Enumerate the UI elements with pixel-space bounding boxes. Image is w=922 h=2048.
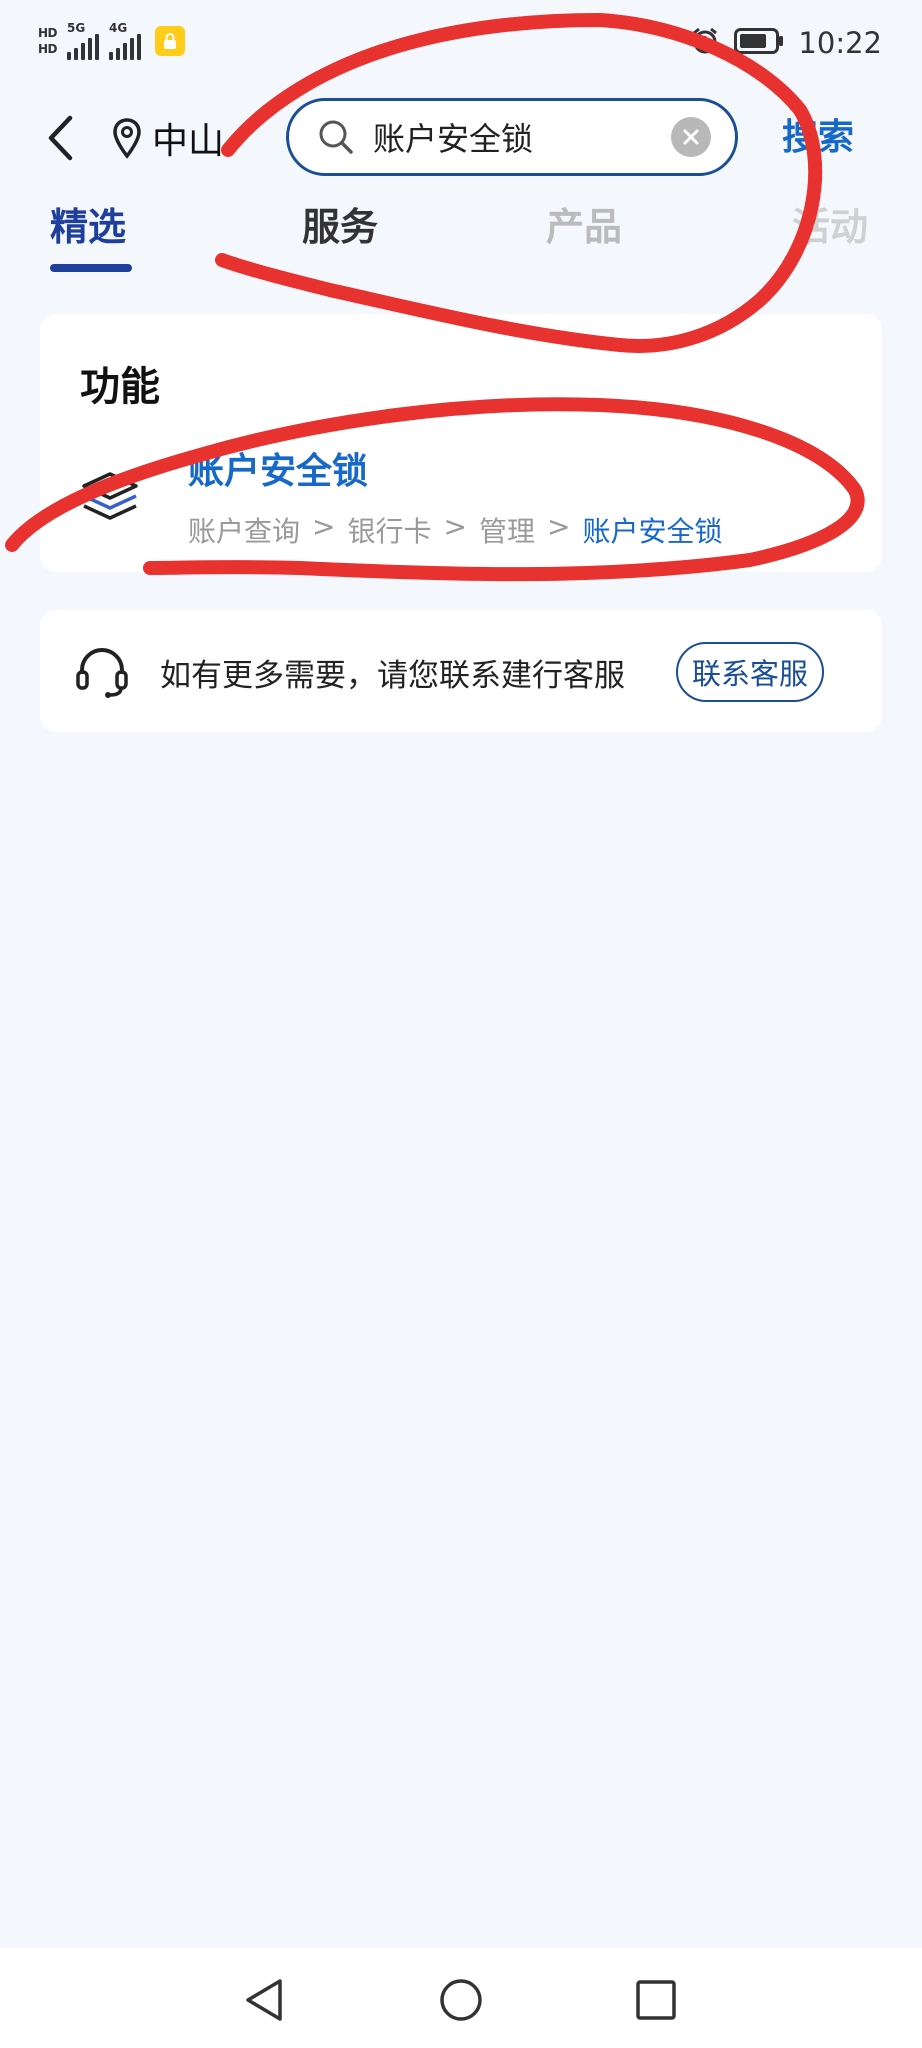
- tab-services[interactable]: 服务: [302, 196, 378, 251]
- battery-icon: [734, 28, 784, 58]
- tab-featured[interactable]: 精选: [50, 196, 126, 251]
- active-tab-indicator: [50, 264, 132, 272]
- search-value: 账户安全锁: [373, 120, 534, 158]
- breadcrumb-separator: >: [312, 510, 336, 543]
- circle-home-icon: [440, 1979, 482, 2021]
- signal-5g: 5G: [67, 21, 100, 60]
- nav-home-button[interactable]: [433, 1972, 489, 2028]
- breadcrumb: 账户查询 > 银行卡 > 管理 > 账户安全锁: [188, 510, 722, 550]
- help-text: 如有更多需要，请您联系建行客服: [160, 658, 625, 694]
- triangle-back-icon: [246, 1979, 282, 2021]
- tab-products[interactable]: 产品: [546, 196, 622, 251]
- search-input[interactable]: 账户安全锁: [286, 98, 738, 176]
- alarm-icon: [690, 26, 720, 60]
- location-label: 中山: [152, 121, 225, 162]
- network-5g-label: 5G: [67, 21, 86, 35]
- result-title[interactable]: 账户安全锁: [188, 442, 368, 494]
- hd-tag-1: HD: [38, 25, 58, 40]
- breadcrumb-separator: >: [546, 510, 571, 543]
- nav-recents-button[interactable]: [628, 1972, 684, 2028]
- status-bar: HD HD 5G 4G 10:22: [0, 0, 922, 86]
- category-tabs: 精选 服务 产品 活动: [0, 196, 922, 276]
- breadcrumb-separator: >: [443, 510, 467, 543]
- search-button[interactable]: 搜索: [782, 108, 854, 160]
- back-arrow-icon: [48, 115, 73, 161]
- breadcrumb-item: 银行卡: [347, 515, 432, 548]
- network-4g-label: 4G: [109, 21, 128, 35]
- layers-icon: [78, 464, 142, 528]
- signal-4g: 4G: [109, 21, 142, 60]
- breadcrumb-item: 管理: [478, 515, 535, 548]
- hd-tag-2: HD: [38, 41, 58, 56]
- red-annotation-overlay: [5, 13, 865, 582]
- customer-service-card: 如有更多需要，请您联系建行客服 联系客服: [40, 610, 882, 732]
- signal-bars-icon: [109, 34, 142, 60]
- square-recents-icon: [636, 1980, 676, 2020]
- clock: 10:22: [798, 26, 882, 60]
- nav-back-button[interactable]: [236, 1972, 292, 2028]
- search-icon: [319, 120, 353, 154]
- section-title: 功能: [80, 364, 160, 410]
- status-left: HD HD 5G 4G: [38, 21, 186, 60]
- headset-icon: [74, 646, 130, 698]
- hd-indicators: HD HD: [38, 25, 58, 56]
- status-right: 10:22: [690, 26, 882, 60]
- tab-activities[interactable]: 活动: [792, 196, 868, 251]
- lock-icon: [155, 26, 186, 56]
- breadcrumb-item-current: 账户安全锁: [582, 515, 723, 548]
- system-nav-bar: [0, 1948, 922, 2048]
- clear-icon[interactable]: [671, 117, 711, 157]
- back-button[interactable]: [40, 112, 80, 164]
- contact-service-button[interactable]: 联系客服: [676, 642, 824, 702]
- signal-bars-icon: [67, 34, 100, 60]
- function-results-card: 功能 账户安全锁 账户查询 > 银行卡 > 管理 > 账户安全锁: [40, 314, 882, 572]
- location-pin-icon: [113, 118, 141, 159]
- breadcrumb-item: 账户查询: [188, 515, 301, 548]
- location-selector[interactable]: 中山: [112, 112, 232, 164]
